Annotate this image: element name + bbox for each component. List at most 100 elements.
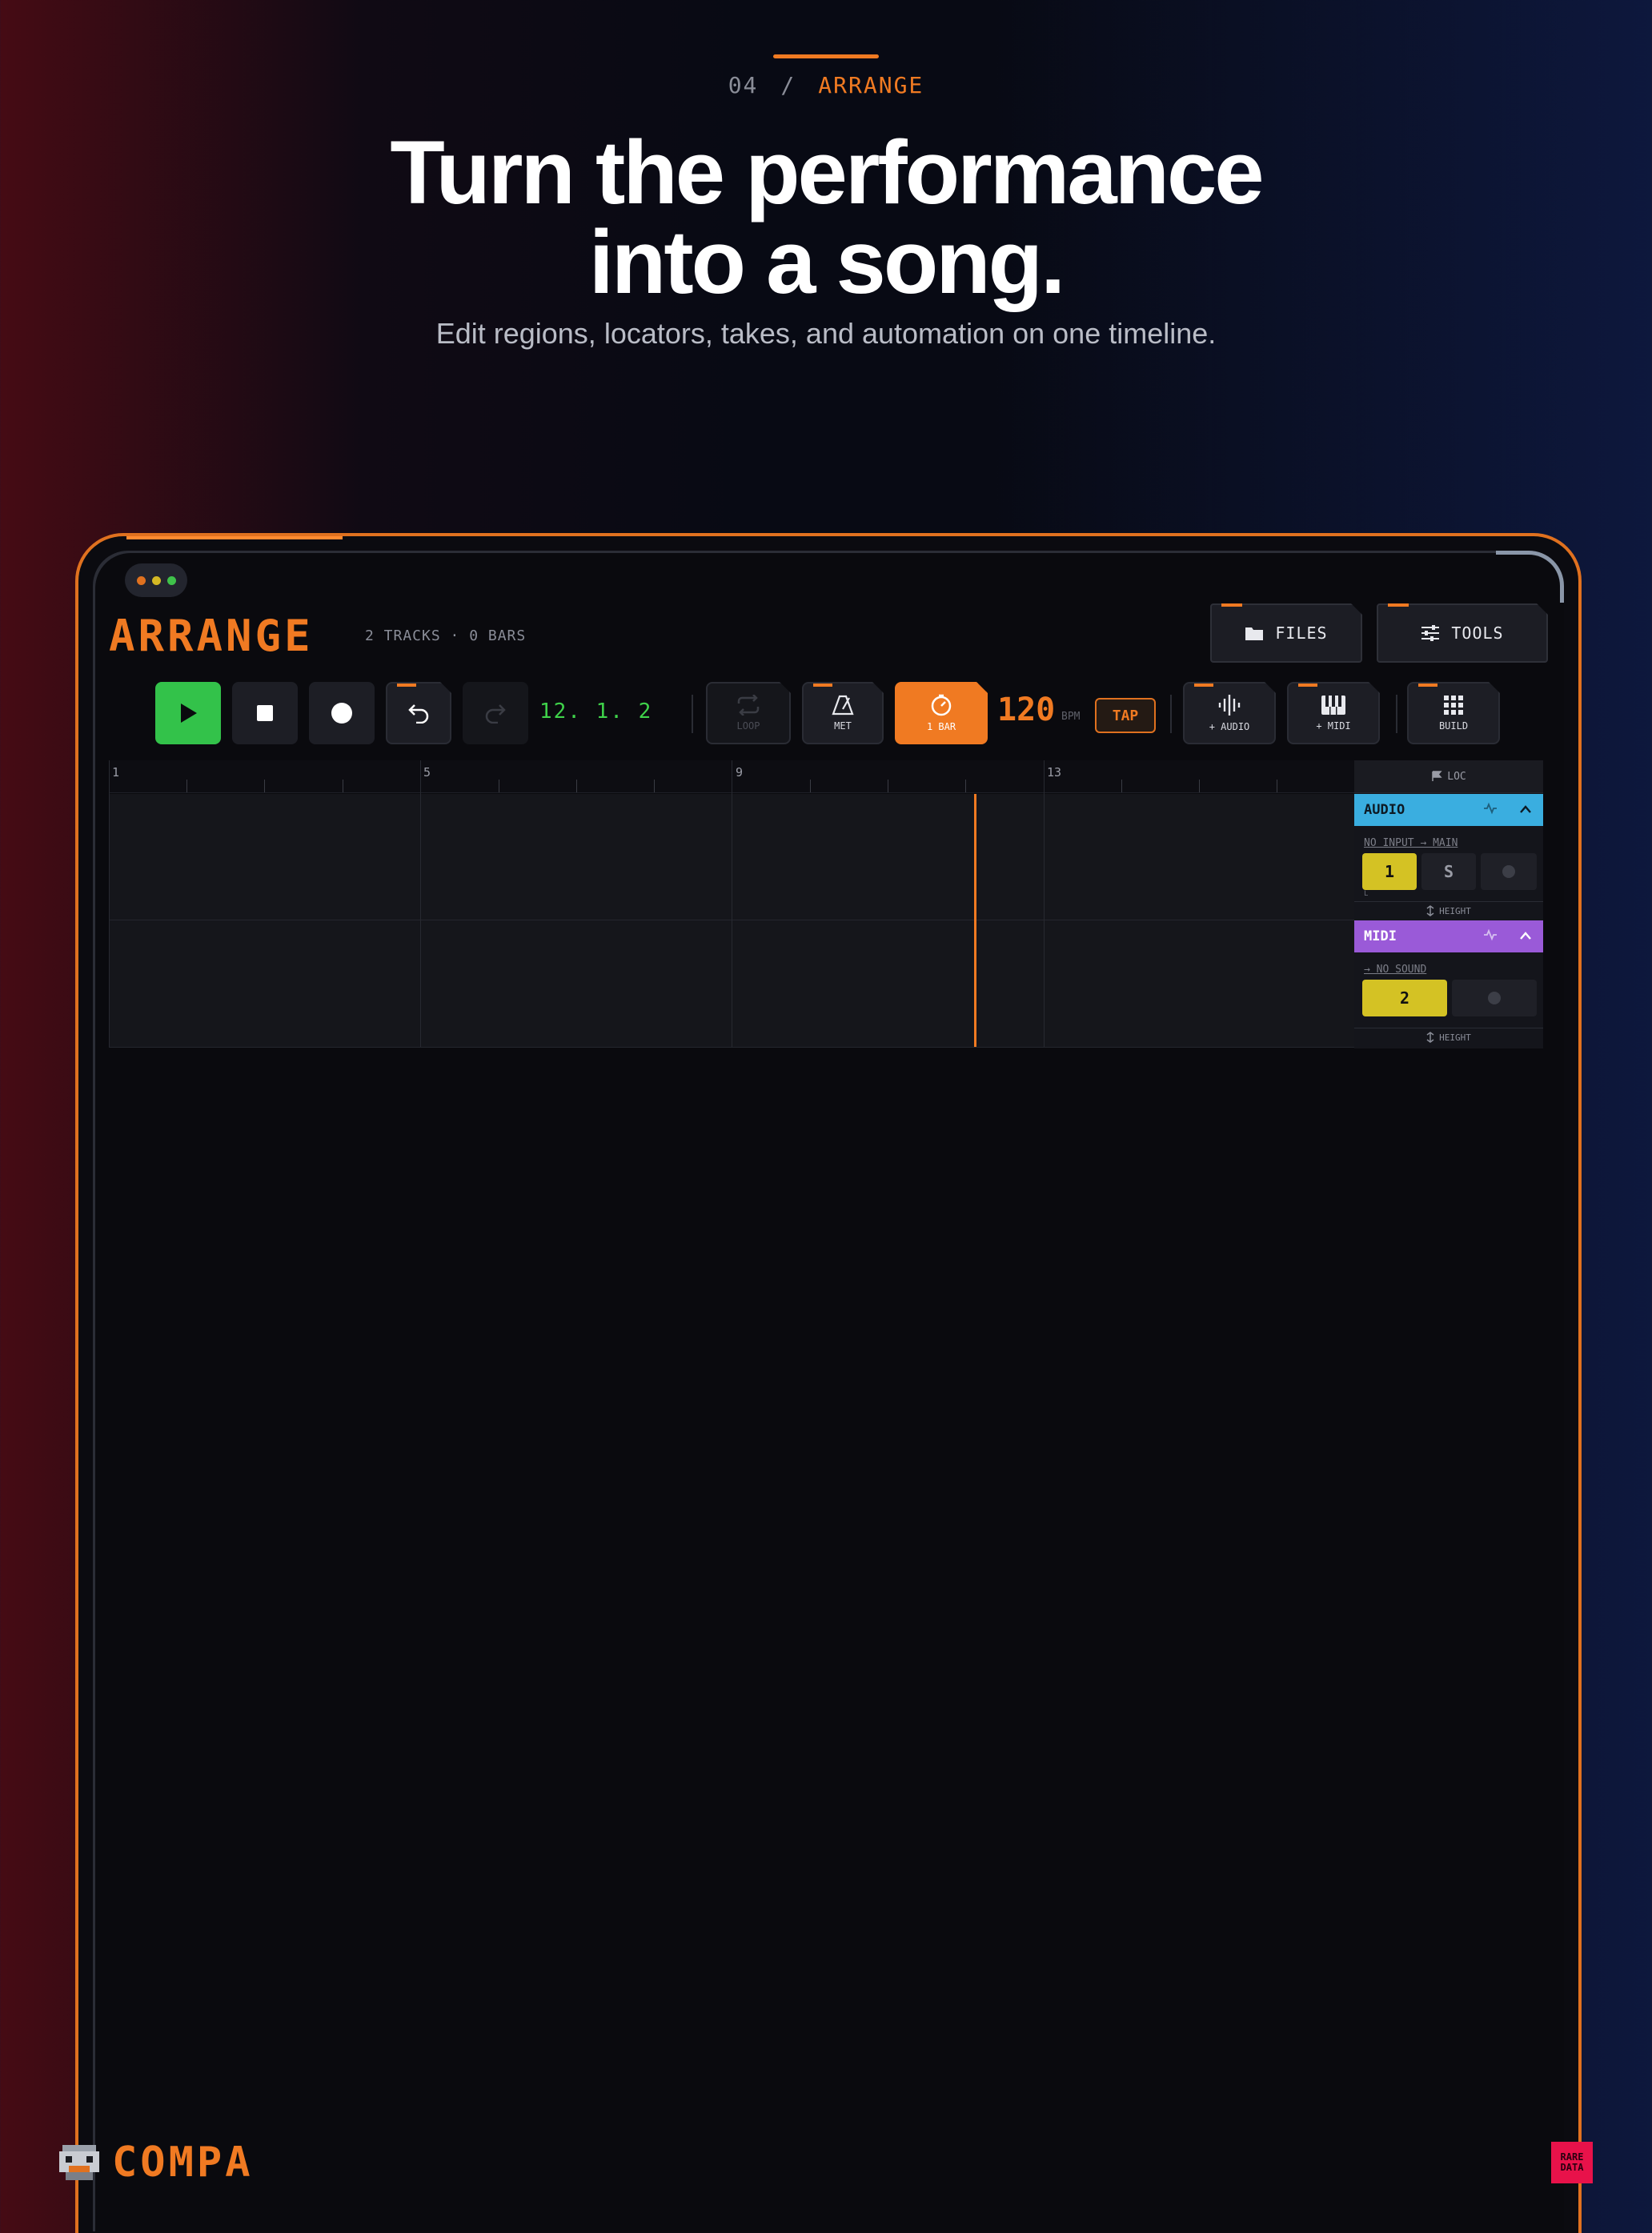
bpm-unit: BPM — [1061, 711, 1081, 723]
record-arm-button[interactable] — [1452, 980, 1537, 1016]
bar-number: 13 — [1047, 765, 1062, 780]
bpm-value[interactable]: 120 — [997, 692, 1055, 728]
flag-icon — [1432, 771, 1442, 781]
build-label: BUILD — [1438, 720, 1469, 732]
section-eyebrow: 04 / ARRANGE — [0, 72, 1652, 98]
midi-track-height-handle[interactable]: HEIGHT — [1354, 1028, 1543, 1046]
maximize-dot[interactable] — [166, 575, 176, 585]
toolbar-divider — [1170, 695, 1172, 733]
add-midi-label: + MIDI — [1316, 720, 1351, 732]
record-button[interactable] — [309, 682, 375, 744]
grid-icon — [1443, 695, 1464, 716]
play-icon — [181, 704, 197, 723]
record-arm-button[interactable] — [1481, 853, 1537, 890]
resize-vertical-icon — [1426, 1032, 1434, 1043]
meter-channel-label: L — [1364, 890, 1369, 898]
rare-data-badge: RARE DATA — [1551, 2142, 1593, 2183]
section-number: 04 — [728, 72, 759, 98]
frame-accent — [126, 536, 343, 539]
piano-keys-icon — [1321, 695, 1346, 716]
button-accent-tab — [813, 684, 832, 687]
bar-number: 9 — [736, 765, 744, 780]
button-accent-tab — [1388, 603, 1409, 607]
badge-line-2: DATA — [1560, 2162, 1584, 2173]
midi-track-number[interactable]: 2 — [1362, 980, 1447, 1016]
close-dot[interactable] — [136, 575, 146, 585]
play-button[interactable] — [155, 682, 221, 744]
bar-number: 5 — [423, 765, 431, 780]
window-controls[interactable] — [125, 563, 187, 597]
ruler-tick — [1199, 780, 1200, 792]
record-arm-dot — [1488, 992, 1501, 1004]
button-accent-tab — [1194, 684, 1213, 687]
add-audio-track-button[interactable]: + AUDIO — [1183, 682, 1276, 744]
headline: Turn the performance into a song. — [0, 128, 1652, 307]
screen-corner-highlight — [1496, 551, 1564, 603]
mascot-icon — [59, 2145, 99, 2180]
ruler-tick — [186, 780, 187, 792]
tools-label: TOOLS — [1451, 623, 1504, 643]
height-label: HEIGHT — [1439, 1032, 1471, 1043]
solo-button[interactable]: S — [1421, 853, 1476, 890]
audio-track-number[interactable]: 1 — [1362, 853, 1417, 890]
automation-icon[interactable] — [1473, 801, 1508, 820]
button-accent-tab — [1418, 684, 1437, 687]
headline-line-1: Turn the performance — [390, 122, 1264, 222]
audio-track-header[interactable]: AUDIO — [1354, 794, 1543, 826]
audio-track-name: AUDIO — [1364, 802, 1405, 818]
ruler-tick — [965, 780, 966, 792]
metronome-icon — [832, 695, 854, 716]
add-audio-label: + AUDIO — [1209, 721, 1250, 732]
resize-vertical-icon — [1426, 905, 1434, 916]
track-inspector: LOC AUDIO NO INPUT → MAIN 1 S L HEIGHT M… — [1354, 760, 1543, 1048]
headline-line-2: into a song. — [588, 212, 1065, 312]
record-arm-dot — [1502, 865, 1515, 878]
metronome-button[interactable]: MET — [802, 682, 884, 744]
tools-button[interactable]: TOOLS — [1377, 603, 1548, 663]
bar-number: 1 — [112, 765, 120, 780]
collapse-chevron-icon[interactable] — [1508, 802, 1543, 818]
ruler-tick — [810, 780, 811, 792]
locator-label: LOC — [1447, 770, 1466, 783]
loop-button[interactable]: LOOP — [706, 682, 791, 744]
toolbar-divider — [692, 695, 693, 733]
undo-icon — [407, 703, 430, 724]
height-label: HEIGHT — [1439, 905, 1471, 916]
count-in-button[interactable]: 1 BAR — [895, 682, 988, 744]
midi-track-name: MIDI — [1364, 928, 1397, 944]
eyebrow-accent-line — [773, 54, 879, 58]
arrange-timeline[interactable]: 1 5 9 13 — [109, 760, 1354, 1048]
sliders-icon — [1421, 624, 1440, 642]
add-midi-track-button[interactable]: + MIDI — [1287, 682, 1380, 744]
stop-icon — [257, 705, 273, 721]
metronome-label: MET — [834, 720, 852, 732]
redo-icon — [485, 704, 506, 724]
midi-track-header[interactable]: MIDI — [1354, 920, 1543, 952]
audio-track-height-handle[interactable]: HEIGHT — [1354, 901, 1543, 920]
playhead[interactable] — [974, 794, 976, 1047]
redo-button[interactable] — [463, 682, 528, 744]
ruler-tick — [264, 780, 265, 792]
audio-track-routing[interactable]: NO INPUT → MAIN — [1364, 837, 1458, 849]
midi-track-routing[interactable]: → NO SOUND — [1364, 964, 1426, 976]
ruler-tick — [1121, 780, 1122, 792]
locator-button[interactable]: LOC — [1354, 760, 1543, 793]
undo-button[interactable] — [386, 682, 451, 744]
tap-tempo-button[interactable]: TAP — [1095, 698, 1156, 733]
tablet-frame: ARRANGE 2 TRACKS · 0 BARS FILES TOOLS 12… — [75, 533, 1582, 2233]
bar-gridline — [420, 760, 421, 1047]
compa-wordmark: COMPA — [112, 2139, 254, 2187]
record-icon — [331, 703, 352, 724]
minimize-dot[interactable] — [151, 575, 161, 585]
timer-icon — [930, 694, 952, 716]
automation-icon[interactable] — [1473, 928, 1508, 946]
compa-logo: COMPA — [58, 2142, 254, 2183]
ruler-tick — [576, 780, 577, 792]
stop-button[interactable] — [232, 682, 298, 744]
collapse-chevron-icon[interactable] — [1508, 928, 1543, 944]
build-button[interactable]: BUILD — [1407, 682, 1500, 744]
files-button[interactable]: FILES — [1210, 603, 1362, 663]
loop-label: LOOP — [736, 720, 760, 732]
app-title: ARRANGE — [109, 611, 314, 661]
loop-icon — [736, 695, 761, 716]
